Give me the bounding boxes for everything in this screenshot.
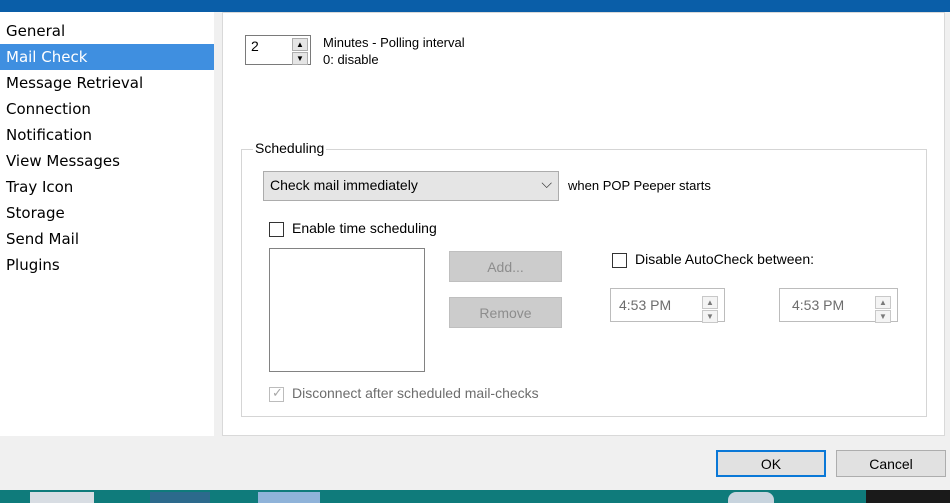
- spin-up-icon[interactable]: ▲: [292, 38, 308, 51]
- taskbar-app-icon[interactable]: [30, 492, 94, 503]
- scheduling-group-title: Scheduling: [253, 140, 327, 156]
- keyboard-icon[interactable]: [258, 492, 320, 503]
- autocheck-start-time[interactable]: 4:53 PM ▲ ▼: [610, 288, 725, 323]
- tray-app-icon[interactable]: [728, 492, 774, 503]
- polling-disable-hint: 0: disable: [323, 52, 379, 67]
- sidebar-item-tray-icon[interactable]: Tray Icon: [0, 174, 214, 200]
- sidebar-item-connection[interactable]: Connection: [0, 96, 214, 122]
- sidebar-item-plugins[interactable]: Plugins: [0, 252, 214, 278]
- ok-button[interactable]: OK: [716, 450, 826, 477]
- settings-category-list: General Mail Check Message Retrieval Con…: [0, 12, 214, 436]
- taskbar-app-icon[interactable]: [150, 492, 210, 503]
- sidebar-item-mail-check[interactable]: Mail Check: [0, 44, 214, 70]
- spin-down-icon[interactable]: ▼: [292, 52, 308, 65]
- schedule-list[interactable]: [269, 248, 425, 372]
- sidebar-item-send-mail[interactable]: Send Mail: [0, 226, 214, 252]
- sidebar-item-general[interactable]: General: [0, 18, 214, 44]
- autocheck-end-time-value: 4:53 PM: [792, 297, 845, 313]
- polling-interval-label: Minutes - Polling interval: [323, 35, 465, 50]
- startup-action-value: Check mail immediately: [270, 177, 418, 193]
- title-bar-strip: [0, 0, 950, 12]
- checkmark-icon: ✓: [272, 385, 283, 400]
- startup-action-suffix: when POP Peeper starts: [568, 178, 711, 193]
- spin-up-icon[interactable]: ▲: [702, 296, 718, 309]
- polling-interval-value: 2: [251, 38, 259, 54]
- remove-schedule-button[interactable]: Remove: [449, 297, 562, 328]
- add-schedule-button[interactable]: Add...: [449, 251, 562, 282]
- spin-down-icon[interactable]: ▼: [875, 310, 891, 323]
- system-tray-icon[interactable]: [866, 490, 950, 503]
- startup-action-dropdown[interactable]: Check mail immediately ⌵: [263, 171, 559, 201]
- sidebar-item-notification[interactable]: Notification: [0, 122, 214, 148]
- disconnect-after-checks-label: Disconnect after scheduled mail-checks: [292, 385, 539, 401]
- disable-autocheck-checkbox[interactable]: [612, 253, 627, 268]
- autocheck-end-time[interactable]: 4:53 PM ▲ ▼: [779, 288, 898, 323]
- enable-time-scheduling-checkbox[interactable]: [269, 222, 284, 237]
- disable-autocheck-label[interactable]: Disable AutoCheck between:: [635, 251, 814, 267]
- spin-down-icon[interactable]: ▼: [702, 310, 718, 323]
- chevron-down-icon: ⌵: [541, 175, 552, 191]
- sidebar-item-storage[interactable]: Storage: [0, 200, 214, 226]
- polling-interval-spinner[interactable]: 2 ▲ ▼: [245, 35, 311, 65]
- mail-check-panel: 2 ▲ ▼ Minutes - Polling interval 0: disa…: [222, 12, 945, 436]
- cancel-button[interactable]: Cancel: [836, 450, 946, 477]
- spin-up-icon[interactable]: ▲: [875, 296, 891, 309]
- taskbar: [0, 490, 950, 503]
- sidebar-item-message-retrieval[interactable]: Message Retrieval: [0, 70, 214, 96]
- sidebar-item-view-messages[interactable]: View Messages: [0, 148, 214, 174]
- autocheck-start-time-value: 4:53 PM: [619, 297, 672, 313]
- enable-time-scheduling-label[interactable]: Enable time scheduling: [292, 220, 437, 236]
- disconnect-after-checks-checkbox[interactable]: ✓: [269, 385, 284, 402]
